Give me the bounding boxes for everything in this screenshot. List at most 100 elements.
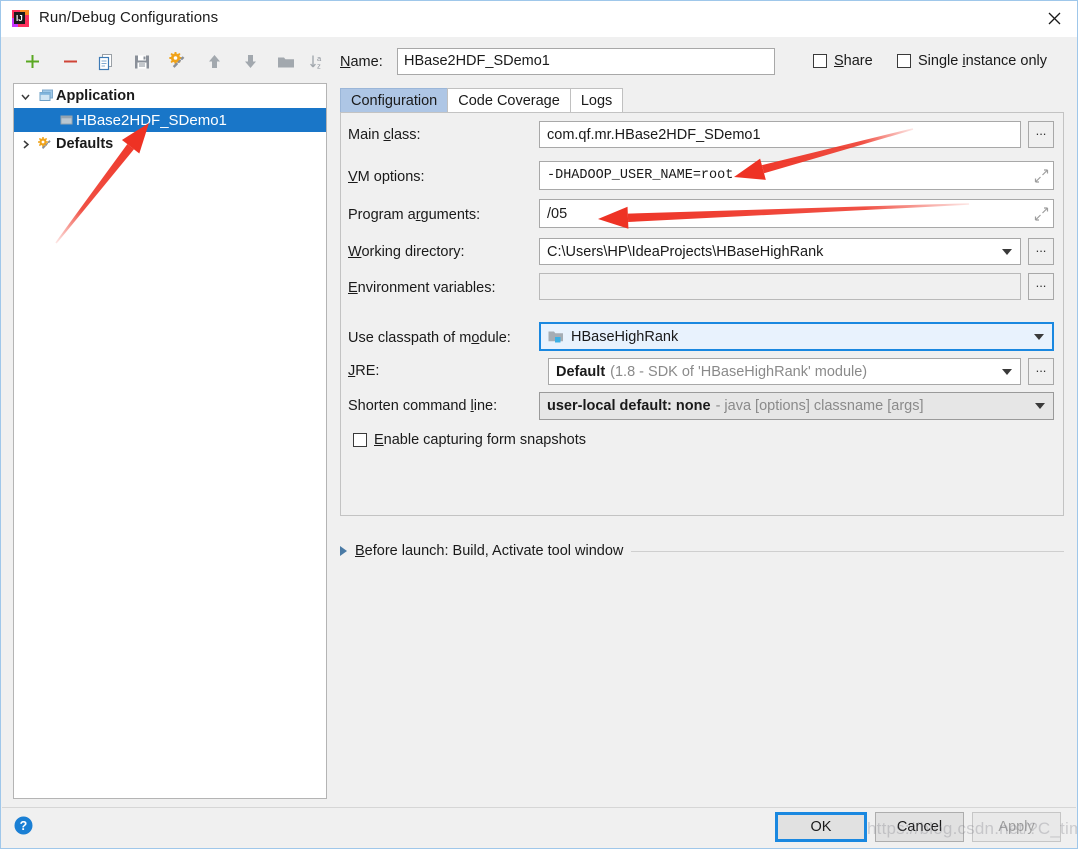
footer-divider <box>2 807 1076 808</box>
chevron-down-icon <box>1002 248 1012 255</box>
tree-node-label: HBase2HDF_SDemo1 <box>76 111 227 129</box>
jre-value-detail: (1.8 - SDK of 'HBaseHighRank' module) <box>610 363 868 380</box>
configurations-toolbar: a z <box>10 45 330 81</box>
program-arguments-input[interactable]: /05 <box>539 199 1054 228</box>
ok-button[interactable]: OK <box>775 812 867 842</box>
chevron-right-icon[interactable] <box>14 139 36 150</box>
help-button[interactable]: ? <box>14 816 33 835</box>
environment-variables-label: Environment variables: <box>348 280 496 296</box>
checkbox-box <box>813 54 827 68</box>
program-arguments-value: /05 <box>547 205 568 222</box>
jre-combo[interactable]: Default (1.8 - SDK of 'HBaseHighRank' mo… <box>548 358 1021 385</box>
tree-node-label: Defaults <box>56 136 114 152</box>
move-down-button[interactable] <box>238 51 262 75</box>
checkbox-box <box>897 54 911 68</box>
vm-options-label: VM options: <box>348 169 425 185</box>
tab-code-coverage[interactable]: Code Coverage <box>447 88 571 113</box>
remove-configuration-button[interactable] <box>58 51 82 75</box>
chevron-down-icon[interactable] <box>14 91 36 102</box>
arrow-up-icon <box>206 53 223 73</box>
chevron-down-icon <box>1035 403 1045 409</box>
working-directory-value: C:\Users\HP\IdeaProjects\HBaseHighRank <box>547 243 824 260</box>
tree-node-label: Application <box>56 88 135 104</box>
sort-az-icon: a z <box>309 53 327 74</box>
working-directory-label: Working directory: <box>348 244 465 260</box>
copy-configuration-button[interactable] <box>94 51 118 75</box>
svg-text:z: z <box>317 61 321 70</box>
share-checkbox[interactable]: Share <box>813 53 873 69</box>
shorten-command-line-label: Shorten command line: <box>348 398 498 414</box>
name-input[interactable]: HBase2HDF_SDemo1 <box>397 48 775 75</box>
program-arguments-label: Program arguments: <box>348 207 481 223</box>
chevron-down-icon <box>1002 368 1012 375</box>
svg-text:IJ: IJ <box>16 14 23 23</box>
module-icon <box>548 329 564 344</box>
sort-button[interactable]: a z <box>306 51 330 75</box>
single-instance-label: Single instance only <box>918 53 1047 69</box>
enable-form-snapshots-checkbox[interactable]: Enable capturing form snapshots <box>353 432 586 448</box>
tree-node-defaults[interactable]: Defaults <box>14 132 326 156</box>
tab-configuration[interactable]: Configuration <box>340 88 449 113</box>
folder-icon <box>277 53 295 74</box>
name-label: Name: <box>340 54 383 70</box>
shorten-command-line-value: user-local default: none <box>547 398 711 414</box>
window-title: Run/Debug Configurations <box>39 9 219 26</box>
single-instance-only-checkbox[interactable]: Single instance only <box>897 53 1047 69</box>
cancel-button[interactable]: Cancel <box>875 812 964 842</box>
tree-node-application[interactable]: Application <box>14 84 326 108</box>
application-icon <box>36 89 56 103</box>
run-debug-configurations-dialog: IJ Run/Debug Configurations a z Applicat… <box>0 0 1078 849</box>
jre-label: JRE: <box>348 363 380 379</box>
copy-icon <box>97 53 115 74</box>
main-class-browse-button[interactable]: ... <box>1028 121 1054 148</box>
tab-logs[interactable]: Logs <box>569 88 624 113</box>
vm-options-input[interactable]: -DHADOOP_USER_NAME=root <box>539 161 1054 190</box>
arrow-down-icon <box>242 53 259 73</box>
title-bar: IJ Run/Debug Configurations <box>1 1 1077 37</box>
working-directory-combo[interactable]: C:\Users\HP\IdeaProjects\HBaseHighRank <box>539 238 1021 265</box>
run-config-icon <box>56 113 76 127</box>
create-folder-button[interactable] <box>274 51 298 75</box>
shorten-command-line-combo[interactable]: user-local default: none - java [options… <box>539 392 1054 420</box>
use-classpath-value: HBaseHighRank <box>571 328 679 345</box>
main-class-input[interactable]: com.qf.mr.HBase2HDF_SDemo1 <box>539 121 1021 148</box>
jre-browse-button[interactable]: ... <box>1028 358 1054 385</box>
help-circle-icon: ? <box>14 816 33 838</box>
expand-diagonal-icon[interactable] <box>1034 168 1049 183</box>
shorten-command-line-detail: - java [options] classname [args] <box>715 398 924 414</box>
main-class-label: Main class: <box>348 127 421 143</box>
plus-icon <box>24 53 41 73</box>
expand-diagonal-icon[interactable] <box>1034 206 1049 221</box>
triangle-right-icon[interactable] <box>340 546 347 556</box>
vm-options-value: -DHADOOP_USER_NAME=root <box>547 168 734 183</box>
checkbox-box <box>353 433 367 447</box>
defaults-wrench-icon <box>36 136 56 152</box>
tab-label: Logs <box>580 93 613 109</box>
save-configuration-button[interactable] <box>130 51 154 75</box>
share-label: Share <box>834 53 873 69</box>
enable-form-snapshots-label: Enable capturing form snapshots <box>374 432 586 448</box>
add-configuration-button[interactable] <box>20 51 44 75</box>
configuration-tabs: Configuration Code Coverage Logs <box>340 88 624 113</box>
tree-node-hbase2hdf-sdemo1[interactable]: HBase2HDF_SDemo1 <box>14 108 326 132</box>
tab-label: Configuration <box>351 93 438 109</box>
move-up-button[interactable] <box>202 51 226 75</box>
before-launch-label: Before launch: Build, Activate tool wind… <box>355 543 624 559</box>
use-classpath-combo[interactable]: HBaseHighRank <box>539 322 1054 351</box>
minus-icon <box>62 53 79 73</box>
jre-value: Default <box>556 363 606 380</box>
section-divider <box>631 550 1064 552</box>
svg-text:?: ? <box>20 819 28 833</box>
gear-wrench-icon <box>168 51 188 74</box>
chevron-down-icon <box>1034 333 1044 340</box>
tab-label: Code Coverage <box>458 93 560 109</box>
configurations-tree[interactable]: Application HBase2HDF_SDemo1 Defaults <box>13 83 327 799</box>
close-button[interactable] <box>1031 1 1077 35</box>
working-directory-browse-button[interactable]: ... <box>1028 238 1054 265</box>
before-launch-section[interactable]: Before launch: Build, Activate tool wind… <box>340 543 1064 559</box>
edit-templates-button[interactable] <box>166 51 190 75</box>
environment-variables-browse-button[interactable]: ... <box>1028 273 1054 300</box>
environment-variables-input[interactable] <box>539 273 1021 300</box>
save-icon <box>133 53 151 74</box>
intellij-idea-icon: IJ <box>12 10 29 27</box>
